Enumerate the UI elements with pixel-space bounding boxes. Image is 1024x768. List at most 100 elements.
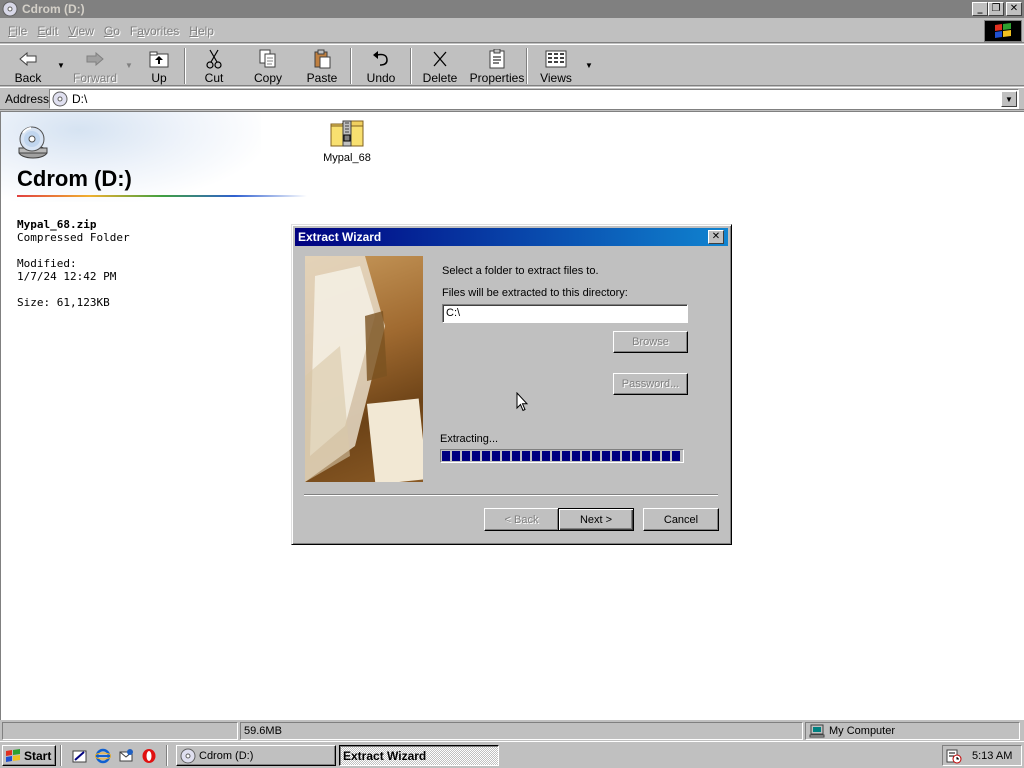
dialog-close-button[interactable]: ✕ xyxy=(708,230,724,244)
properties-button[interactable]: Properties xyxy=(468,45,526,85)
back-button[interactable]: Back xyxy=(0,45,56,85)
forward-button[interactable]: Forward xyxy=(66,45,124,85)
views-button[interactable]: Views xyxy=(528,45,584,85)
address-bar: Address D:\ ▼ xyxy=(0,87,1024,110)
status-panel-size: 59.6MB xyxy=(240,722,803,740)
menu-go[interactable]: Go xyxy=(99,24,125,38)
start-button[interactable]: Start xyxy=(2,745,56,766)
views-dropdown-arrow[interactable]: ▼ xyxy=(584,45,594,85)
minimize-button[interactable]: _ xyxy=(972,2,988,16)
file-item-mypal[interactable]: Mypal_68 xyxy=(319,118,375,164)
progress-fill xyxy=(442,451,682,461)
views-grid-icon xyxy=(545,49,567,69)
menu-edit[interactable]: Edit xyxy=(32,24,63,38)
folder-title: Cdrom (D:) xyxy=(17,166,132,191)
back-arrow-icon xyxy=(17,49,39,69)
dialog-title-bar[interactable]: Extract Wizard ✕ xyxy=(295,228,728,246)
address-value: D:\ xyxy=(72,92,88,106)
delete-button[interactable]: Delete xyxy=(412,45,468,85)
undo-button[interactable]: Undo xyxy=(352,45,410,85)
back-wizard-button[interactable]: < Back xyxy=(484,508,559,531)
caption-buttons: _ ❐ ✕ xyxy=(972,2,1022,16)
menu-file-label: ile xyxy=(15,23,28,38)
copy-button[interactable]: Copy xyxy=(242,45,294,85)
close-button[interactable]: ✕ xyxy=(1006,2,1022,16)
next-button[interactable]: Next > xyxy=(558,508,634,531)
back-dropdown-arrow[interactable]: ▼ xyxy=(56,45,66,85)
extract-dir-label: Files will be extracted to this director… xyxy=(442,287,628,299)
clipboard-icon xyxy=(311,49,333,69)
file-item-label: Mypal_68 xyxy=(323,152,371,164)
details-modified-value: 1/7/24 12:42 PM xyxy=(17,270,117,283)
task-label: Cdrom (D:) xyxy=(199,749,254,762)
browse-button[interactable]: Browse xyxy=(613,331,688,353)
dialog-title: Extract Wizard xyxy=(298,230,382,244)
cdrom-icon xyxy=(2,1,18,17)
password-button[interactable]: Password... xyxy=(613,373,688,395)
maximize-button[interactable]: ❐ xyxy=(988,2,1004,16)
window-title-bar[interactable]: Cdrom (D:) _ ❐ ✕ xyxy=(0,0,1024,18)
internet-explorer-icon[interactable] xyxy=(95,748,111,764)
menu-go-mnemonic: G xyxy=(103,23,114,38)
dialog-prompt: Select a folder to extract files to. xyxy=(442,265,599,277)
back-label: Back xyxy=(14,71,42,85)
menu-favorites[interactable]: Favorites xyxy=(125,24,184,38)
cdrom-drive-icon xyxy=(18,126,48,159)
my-computer-icon xyxy=(809,724,825,738)
copy-pages-icon xyxy=(257,49,279,69)
undo-label: Undo xyxy=(366,71,396,85)
window-title: Cdrom (D:) xyxy=(22,2,85,16)
task-button-cdrom[interactable]: Cdrom (D:) xyxy=(176,745,336,766)
menu-favorites-mnemonic: a xyxy=(137,23,144,38)
details-spacer xyxy=(17,244,130,257)
menu-view-mnemonic: V xyxy=(68,23,76,38)
cut-button[interactable]: Cut xyxy=(186,45,242,85)
address-field[interactable]: D:\ ▼ xyxy=(49,89,1019,109)
cdrom-icon xyxy=(180,748,196,763)
task-button-extract-wizard[interactable]: Extract Wizard xyxy=(339,745,499,766)
status-panel-text xyxy=(2,722,238,740)
extracting-status: Extracting... xyxy=(440,433,499,445)
forward-dropdown-arrow[interactable]: ▼ xyxy=(124,45,134,85)
windows-logo-throbber xyxy=(984,20,1022,42)
task-label: Extract Wizard xyxy=(343,748,427,763)
show-desktop-icon[interactable] xyxy=(72,748,88,764)
extract-dir-input[interactable]: C:\ xyxy=(442,304,688,323)
address-dropdown-button[interactable]: ▼ xyxy=(1001,91,1017,107)
scheduler-icon[interactable] xyxy=(946,748,962,764)
standard-toolbar: Back ▼ Forward ▼ Up Cut Copy Paste Undo … xyxy=(0,44,1024,86)
taskbar: Start Cdrom (D:) Extract Wizard 5:13 AM xyxy=(0,741,1024,768)
details-file-name: Mypal_68.zip xyxy=(17,218,97,231)
menu-help-label: elp xyxy=(197,23,214,38)
extract-progress-bar xyxy=(440,449,684,463)
clock[interactable]: 5:13 AM xyxy=(972,750,1012,762)
delete-x-icon xyxy=(429,49,451,69)
details-file-type: Compressed Folder xyxy=(17,231,130,244)
extract-wizard-dialog: Extract Wizard ✕ Select a folder to extr… xyxy=(291,224,732,545)
up-button[interactable]: Up xyxy=(134,45,184,85)
menu-view[interactable]: View xyxy=(63,24,99,38)
up-folder-icon xyxy=(148,49,170,69)
opera-icon[interactable] xyxy=(141,748,157,764)
menu-bar: File Edit View Go Favorites Help xyxy=(0,19,1024,43)
cancel-button[interactable]: Cancel xyxy=(643,508,719,531)
start-label: Start xyxy=(24,748,52,763)
menu-edit-label: dit xyxy=(45,23,59,38)
file-details-panel: Mypal_68.zip Compressed Folder Modified:… xyxy=(17,218,130,309)
status-panel-zone: My Computer xyxy=(805,722,1020,740)
copy-label: Copy xyxy=(253,71,282,85)
paste-button[interactable]: Paste xyxy=(294,45,350,85)
forward-label: Forward xyxy=(72,71,117,85)
cut-label: Cut xyxy=(204,71,224,85)
menu-help[interactable]: Help xyxy=(184,24,219,38)
menu-file[interactable]: File xyxy=(3,24,32,38)
windows-flag-icon xyxy=(6,748,20,762)
undo-arrow-icon xyxy=(370,49,392,69)
status-bar: 59.6MB My Computer xyxy=(0,721,1024,741)
menu-favorites-label: vorites xyxy=(143,23,180,38)
forward-arrow-icon xyxy=(84,49,106,69)
outlook-express-icon[interactable] xyxy=(118,748,134,764)
dialog-divider xyxy=(304,494,718,496)
views-label: Views xyxy=(540,71,572,85)
cdrom-icon xyxy=(52,91,68,107)
